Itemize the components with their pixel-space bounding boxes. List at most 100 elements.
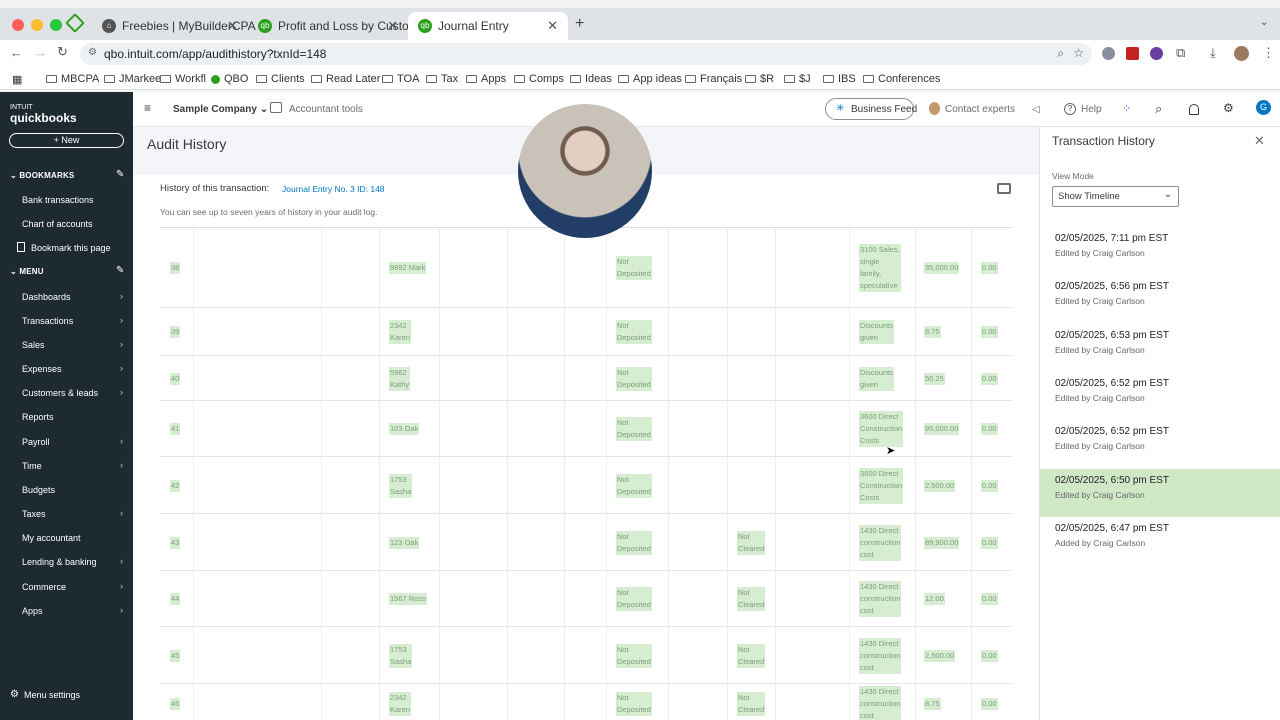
nav-reports[interactable]: Reports [22,412,54,422]
history-entry[interactable]: 02/05/2025, 6:52 pm EST Edited by Craig C… [1040,420,1280,468]
history-entry[interactable]: 02/05/2025, 6:52 pm EST Edited by Craig C… [1040,372,1280,420]
menu-settings[interactable]: Menu settings [24,690,80,700]
nav-time[interactable]: Time [22,461,42,471]
bookmark-francais[interactable]: Français [685,73,742,85]
apps-grid-icon[interactable]: ▦ [12,73,22,86]
help-link[interactable]: Help [1081,104,1102,115]
business-feed-button[interactable]: ✳ Business Feed [825,98,917,120]
address-bar[interactable]: ⚙ qbo.intuit.com/app/audithistory?txnId=… [80,43,1092,65]
chevron-right-icon: › [120,339,123,349]
extension-icon[interactable] [1150,47,1163,60]
zoom-icon[interactable]: ⌕ [1057,46,1064,61]
maximize-window-icon[interactable] [50,19,62,31]
extension-icon[interactable] [1102,47,1115,60]
bookmark-ideas[interactable]: Ideas [570,73,612,85]
row-zero-amount: 0.00 [981,326,998,338]
back-icon[interactable]: ← [10,45,23,60]
bookmark-toa[interactable]: TOA [382,73,419,85]
bell-icon[interactable] [1189,104,1199,115]
close-tab-icon[interactable]: ✕ [227,18,238,34]
tab-profit-loss[interactable]: qb Profit and Loss by Customer ✕ [248,12,429,40]
megaphone-icon[interactable]: ◁ [1032,104,1040,115]
history-entry[interactable]: 02/05/2025, 7:11 pm EST Edited by Craig C… [1040,227,1280,275]
new-tab-icon[interactable]: + [575,15,584,33]
chevron-right-icon: › [120,387,123,397]
bookmark-qbo[interactable]: QBO [211,73,248,85]
reload-icon[interactable]: ↻ [57,44,68,60]
forward-icon[interactable]: → [34,45,47,60]
close-tab-icon[interactable]: ✕ [387,18,398,34]
company-switcher[interactable]: Sample Company ⌄ [173,104,268,115]
browser-menu-icon[interactable]: ⋮ [1262,45,1275,61]
tab-freebies[interactable]: ⌂ Freebies | MyBuilderCPA ✕ [92,12,256,40]
bookmark-read-later[interactable]: Read Later [311,73,380,85]
nav-transactions[interactable]: Transactions [22,316,73,326]
nav-payroll[interactable]: Payroll [22,437,50,447]
journal-entry-link[interactable]: Journal Entry No. 3 ID: 148 [282,184,385,194]
new-button[interactable]: + New [9,133,124,148]
quickbooks-logo[interactable]: INTUIT quickbooks [10,102,77,124]
bookmark-clients[interactable]: Clients [256,73,305,85]
deposit-status: Not Deposited [616,530,652,555]
history-entry[interactable]: 02/05/2025, 6:53 pm EST Edited by Craig C… [1040,324,1280,372]
close-icon[interactable]: ✕ [1254,133,1265,149]
nav-bank-transactions[interactable]: Bank transactions [22,195,94,205]
bookmark-mbcpa[interactable]: MBCPA [46,73,99,85]
bookmark-ibs[interactable]: IBS [823,73,856,85]
entry-date: 02/05/2025, 7:11 pm EST [1055,233,1169,244]
history-entry[interactable]: 02/05/2025, 6:56 pm EST Edited by Craig C… [1040,275,1280,323]
nav-chart-of-accounts[interactable]: Chart of accounts [22,219,93,229]
nav-apps[interactable]: Apps [22,606,43,616]
site-info-icon[interactable]: ⚙ [88,47,97,58]
tab-journal-entry[interactable]: qb Journal Entry ✕ [408,12,568,40]
bookmark-workfl[interactable]: Workfl [160,73,206,85]
bookmark-r[interactable]: $R [745,73,774,85]
profile-avatar[interactable] [1234,46,1249,61]
help-icon[interactable]: ? [1064,103,1076,115]
bookmark-j[interactable]: $J [784,73,811,85]
view-mode-select[interactable]: Show Timeline ⌄ [1052,186,1179,207]
menu-section[interactable]: ⌄ MENU [10,267,44,276]
account-name: 3100 Sales, single family, speculative [859,244,901,292]
bookmarks-section[interactable]: ⌄ BOOKMARKS [10,171,74,180]
nav-my-accountant[interactable]: My accountant [22,533,81,543]
edit-bookmarks-icon[interactable]: ✎ [116,169,124,180]
download-icon[interactable]: ⤓ [1210,45,1216,61]
nav-sales[interactable]: Sales [22,340,45,350]
bookmark-jmarkee[interactable]: JMarkee [104,73,161,85]
nav-customers-leads[interactable]: Customers & leads [22,388,98,398]
row-amount: 12.00 [924,593,945,605]
minimize-window-icon[interactable] [31,19,43,31]
puzzle-icon[interactable]: ⧉ [1176,45,1185,61]
apps-grid-icon[interactable]: ⁘ [1122,102,1131,115]
nav-bookmark-page[interactable]: Bookmark this page [31,243,111,253]
gear-icon[interactable]: ⚙ [1223,101,1234,115]
bookmark-apps[interactable]: Apps [466,73,506,85]
collapse-menu-icon[interactable]: ≡ [144,101,151,115]
bookmark-conferences[interactable]: Conferences [863,73,940,85]
contact-experts[interactable]: Contact experts [945,104,1015,115]
nav-expenses[interactable]: Expenses [22,364,62,374]
edit-menu-icon[interactable]: ✎ [116,265,124,276]
row-zero-amount: 0.00 [981,479,998,492]
nav-commerce[interactable]: Commerce [22,582,66,592]
row-number: 44 [170,593,181,605]
close-window-icon[interactable] [12,19,24,31]
print-icon[interactable] [997,183,1011,194]
nav-dashboards[interactable]: Dashboards [22,292,71,302]
nav-budgets[interactable]: Budgets [22,485,55,495]
tab-search-chevron-icon[interactable]: ⌄ [1260,17,1268,28]
history-entry[interactable]: 02/05/2025, 6:47 pm EST Added by Craig Ca… [1040,517,1280,565]
history-entry[interactable]: 02/05/2025, 6:50 pm EST Edited by Craig C… [1040,468,1280,517]
bookmark-app-ideas[interactable]: App ideas [618,73,682,85]
search-icon[interactable]: ⌕ [1155,101,1162,117]
close-tab-icon[interactable]: ✕ [547,18,558,34]
nav-lending-banking[interactable]: Lending & banking [22,557,97,567]
bookmark-comps[interactable]: Comps [514,73,564,85]
nav-taxes[interactable]: Taxes [22,509,46,519]
accountant-tools[interactable]: Accountant tools [289,104,363,115]
bookmark-tax[interactable]: Tax [426,73,458,85]
pdf-extension-icon[interactable] [1126,47,1139,60]
user-avatar[interactable]: G [1256,100,1271,115]
star-icon[interactable]: ☆ [1073,46,1084,60]
